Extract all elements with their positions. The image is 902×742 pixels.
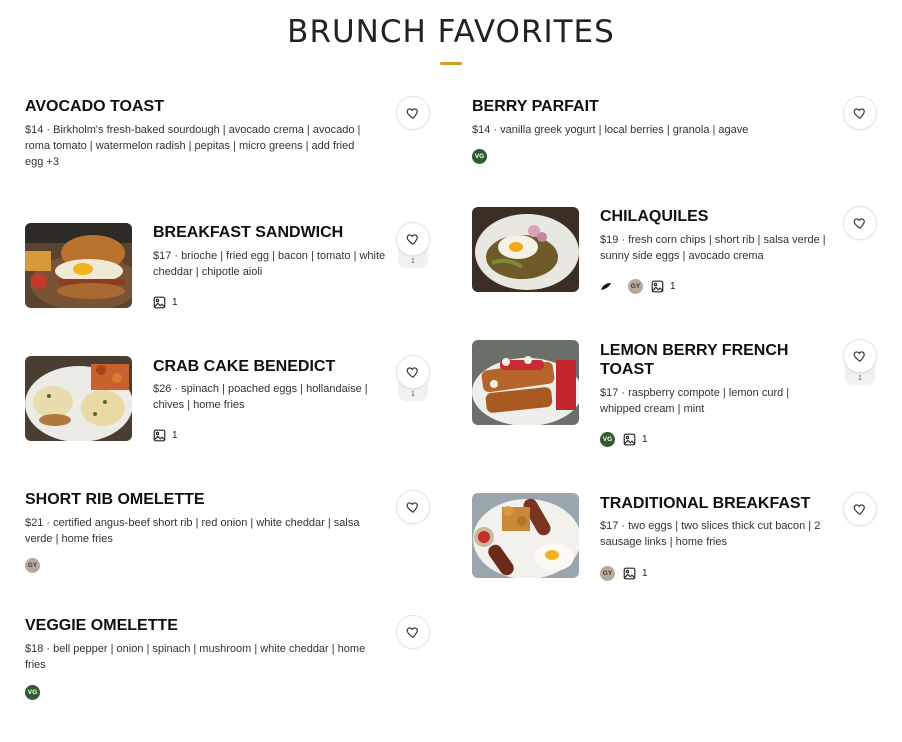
gluten-free-badge: GY xyxy=(600,565,615,581)
favorite-button[interactable] xyxy=(843,206,877,240)
item-photo[interactable] xyxy=(472,493,579,578)
favorite-control: 1 xyxy=(396,222,430,268)
favorite-control xyxy=(843,492,877,526)
favorite-control xyxy=(843,206,877,240)
favorite-button[interactable] xyxy=(396,96,430,130)
favorite-control xyxy=(396,490,430,524)
heart-icon xyxy=(853,108,865,119)
heart-icon xyxy=(406,108,418,119)
item-description: $17 · two eggs | two slices thick cut ba… xyxy=(600,520,821,548)
favorite-control: 1 xyxy=(843,339,877,385)
favorite-button[interactable] xyxy=(843,339,877,373)
favorite-button[interactable] xyxy=(843,492,877,526)
favorite-control xyxy=(396,615,430,649)
favorite-button[interactable] xyxy=(396,222,430,256)
heart-icon xyxy=(853,504,865,515)
favorite-button[interactable] xyxy=(396,490,430,524)
menu-item-veggie-omelette[interactable]: VEGGIE OMELETTE $18 · bell pepper | onio… xyxy=(0,0,451,720)
dietary-badges: VG xyxy=(25,684,40,700)
heart-icon xyxy=(853,351,865,362)
photo-count-value: 1 xyxy=(642,567,648,579)
favorite-control xyxy=(396,96,430,130)
heart-icon xyxy=(406,367,418,378)
heart-icon xyxy=(406,234,418,245)
favorite-control: 1 xyxy=(396,355,430,401)
heart-icon xyxy=(406,627,418,638)
vegan-badge: VG xyxy=(25,684,40,700)
favorite-button[interactable] xyxy=(396,355,430,389)
item-description: $18 · bell pepper | onion | spinach | mu… xyxy=(25,643,366,671)
traditional-breakfast-photo xyxy=(472,493,579,578)
photo-count[interactable]: 1 xyxy=(623,567,648,580)
menu-item-traditional-breakfast[interactable]: TRADITIONAL BREAKFAST $17 · two eggs | t… xyxy=(451,0,902,600)
favorite-control xyxy=(843,96,877,130)
item-meta: GY 1 xyxy=(600,565,648,581)
heart-icon xyxy=(853,218,865,229)
item-name: TRADITIONAL BREAKFAST xyxy=(600,495,811,512)
favorite-button[interactable] xyxy=(843,96,877,130)
image-icon xyxy=(623,567,636,579)
heart-icon xyxy=(406,502,418,513)
item-name: VEGGIE OMELETTE xyxy=(25,617,178,634)
favorite-button[interactable] xyxy=(396,615,430,649)
